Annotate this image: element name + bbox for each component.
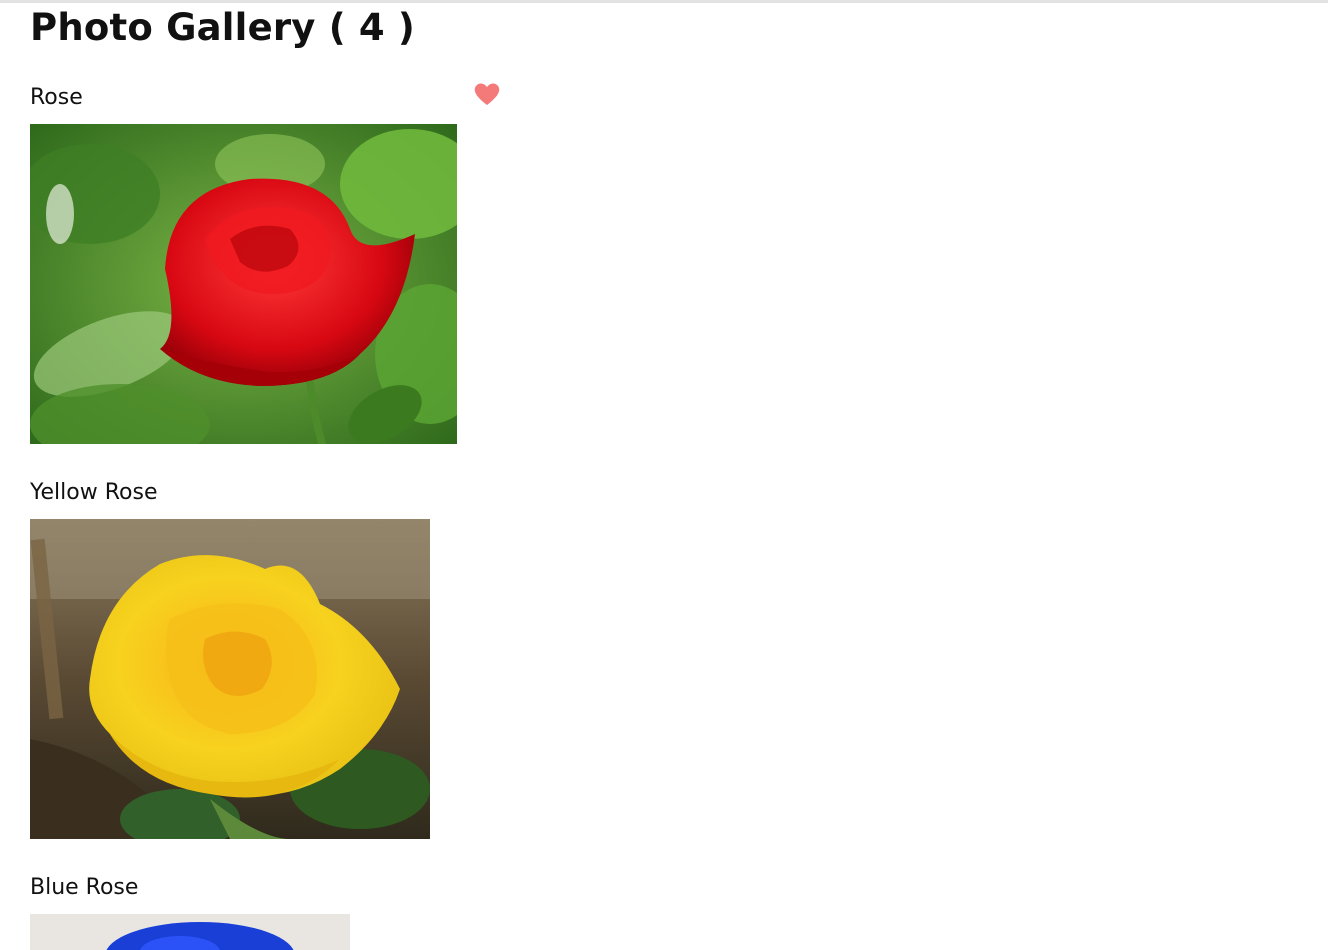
photo-card-rose: Rose	[30, 83, 457, 444]
photo-title: Rose	[30, 85, 83, 110]
heart-icon[interactable]	[473, 81, 501, 107]
photo-card-yellow-rose: Yellow Rose	[30, 478, 430, 839]
photo-image-yellow-rose[interactable]	[30, 519, 430, 839]
page-title: Photo Gallery ( 4 )	[30, 6, 416, 49]
photo-title: Blue Rose	[30, 875, 139, 900]
photo-title: Yellow Rose	[30, 480, 158, 505]
photo-card-blue-rose: Blue Rose	[30, 873, 350, 950]
photo-image-rose[interactable]	[30, 124, 457, 444]
photo-image-blue-rose[interactable]	[30, 914, 350, 950]
top-divider	[0, 0, 1328, 3]
